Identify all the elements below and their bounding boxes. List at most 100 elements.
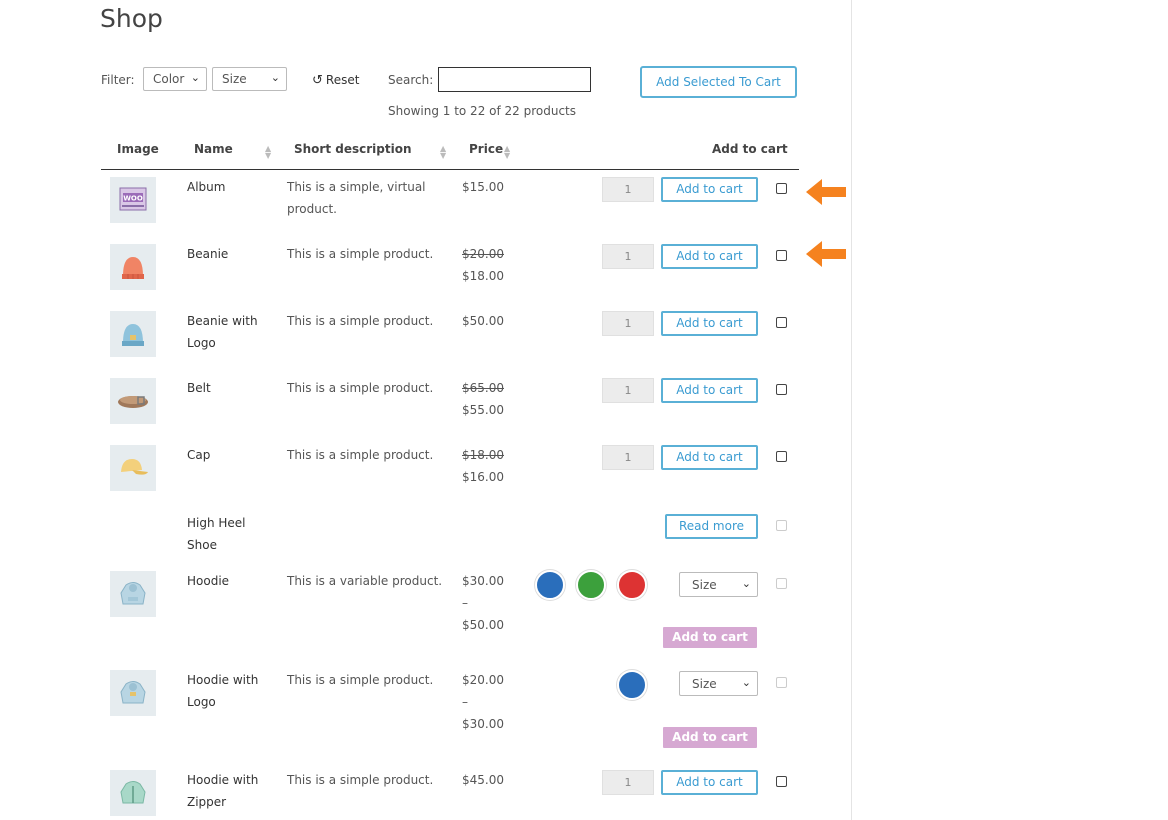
price-from: $30.00 xyxy=(462,574,504,588)
chevron-down-icon: ⌄ xyxy=(741,577,751,590)
select-checkbox xyxy=(776,677,787,688)
product-price: $65.00 $55.00 xyxy=(462,377,522,421)
color-filter-value: Color xyxy=(153,72,185,86)
sort-icon[interactable]: ▲ ▼ xyxy=(504,145,510,160)
product-name[interactable]: Album xyxy=(187,176,272,198)
product-price: $20.00 $18.00 xyxy=(462,243,522,287)
select-checkbox[interactable] xyxy=(776,776,787,787)
size-select[interactable]: Size ⌄ xyxy=(679,671,758,696)
product-price-range: $20.00 – $30.00 xyxy=(462,669,522,735)
cap-image xyxy=(110,445,156,491)
product-name[interactable]: Beanie xyxy=(187,243,272,265)
product-description: This is a simple, virtual product. xyxy=(287,180,426,216)
product-name[interactable]: Hoodie with Zipper xyxy=(187,769,272,813)
sort-icon[interactable]: ▲ ▼ xyxy=(265,145,271,160)
header-image: Image xyxy=(117,142,159,156)
select-checkbox[interactable] xyxy=(776,317,787,328)
table-row: Cap This is a simple product. $18.00 $16… xyxy=(101,445,799,505)
product-name[interactable]: Cap xyxy=(187,444,272,466)
product-price: $18.00 $16.00 xyxy=(462,444,522,488)
search-input[interactable] xyxy=(438,67,591,92)
reset-button[interactable]: ↺ Reset xyxy=(312,73,359,88)
belt-image xyxy=(110,378,156,424)
table-row: Beanie with Logo This is a simple produc… xyxy=(101,311,799,371)
table-row: High Heel Shoe Read more xyxy=(101,513,799,563)
table-row: Hoodie with Zipper This is a simple prod… xyxy=(101,769,799,819)
table-header: Image Name ▲ ▼ Short description ▲ ▼ Price… xyxy=(101,136,799,170)
sort-icon[interactable]: ▲ ▼ xyxy=(440,145,446,160)
sale-price: $55.00 xyxy=(462,403,504,417)
hoodie-logo-image xyxy=(110,670,156,716)
select-checkbox[interactable] xyxy=(776,183,787,194)
header-short-description[interactable]: Short description xyxy=(294,142,412,156)
product-price: $45.00 xyxy=(462,773,504,787)
product-price: $50.00 xyxy=(462,314,504,328)
quantity-input[interactable]: 1 xyxy=(602,770,654,795)
read-more-button[interactable]: Read more xyxy=(665,514,758,539)
sale-price: $16.00 xyxy=(462,470,504,484)
header-add-to-cart: Add to cart xyxy=(712,142,788,156)
product-name[interactable]: Belt xyxy=(187,377,272,399)
quantity-input[interactable]: 1 xyxy=(602,177,654,202)
price-separator: – xyxy=(462,596,468,610)
header-name[interactable]: Name xyxy=(194,142,233,156)
arrow-left-icon xyxy=(806,179,846,205)
add-to-cart-button[interactable]: Add to cart xyxy=(661,770,758,795)
beanie-logo-image xyxy=(110,311,156,357)
regular-price: $18.00 xyxy=(462,448,504,462)
size-filter-select[interactable]: Size ⌄ xyxy=(212,67,287,91)
color-filter-select[interactable]: Color ⌄ xyxy=(143,67,207,91)
product-name[interactable]: Hoodie xyxy=(187,570,272,592)
select-checkbox xyxy=(776,520,787,531)
results-count: Showing 1 to 22 of 22 products xyxy=(388,104,577,118)
size-select-value: Size xyxy=(692,578,717,592)
price-to: $50.00 xyxy=(462,618,504,632)
price-separator: – xyxy=(462,695,468,709)
beanie-image xyxy=(110,244,156,290)
regular-price: $65.00 xyxy=(462,381,504,395)
quantity-input[interactable]: 1 xyxy=(602,311,654,336)
add-to-cart-button[interactable]: Add to cart xyxy=(661,177,758,202)
size-select[interactable]: Size ⌄ xyxy=(679,572,758,597)
page-title: Shop xyxy=(100,4,163,33)
chevron-down-icon: ⌄ xyxy=(270,71,280,84)
select-checkbox[interactable] xyxy=(776,451,787,462)
product-description: This is a simple product. xyxy=(287,314,434,328)
quantity-input[interactable]: 1 xyxy=(602,244,654,269)
sale-price: $18.00 xyxy=(462,269,504,283)
chevron-down-icon: ⌄ xyxy=(190,71,200,84)
hoodie-zipper-image xyxy=(110,770,156,816)
table-row: Hoodie with Logo This is a simple produc… xyxy=(101,670,799,760)
chevron-down-icon: ⌄ xyxy=(741,676,751,689)
hoodie-image xyxy=(110,571,156,617)
product-description: This is a simple product. xyxy=(287,247,434,261)
reset-icon: ↺ xyxy=(312,73,323,88)
product-description: This is a simple product. xyxy=(287,773,434,787)
table-row: WOO Album This is a simple, virtual prod… xyxy=(101,177,799,237)
product-name[interactable]: Beanie with Logo xyxy=(187,310,272,354)
product-description: This is a simple product. xyxy=(287,673,434,687)
select-checkbox[interactable] xyxy=(776,384,787,395)
header-price[interactable]: Price xyxy=(469,142,503,156)
add-to-cart-button[interactable]: Add to cart xyxy=(661,378,758,403)
add-to-cart-button-disabled: Add to cart xyxy=(663,627,757,648)
table-row: Belt This is a simple product. $65.00 $5… xyxy=(101,378,799,438)
blue-color-swatch[interactable] xyxy=(617,670,647,700)
product-name[interactable]: High Heel Shoe xyxy=(187,512,272,556)
add-selected-to-cart-button[interactable]: Add Selected To Cart xyxy=(640,66,797,98)
product-description: This is a simple product. xyxy=(287,381,434,395)
search-label: Search: xyxy=(388,73,434,87)
blue-color-swatch[interactable] xyxy=(535,570,565,600)
red-color-swatch[interactable] xyxy=(617,570,647,600)
product-description: This is a simple product. xyxy=(287,448,434,462)
add-to-cart-button[interactable]: Add to cart xyxy=(661,445,758,470)
album-image: WOO xyxy=(110,177,156,223)
green-color-swatch[interactable] xyxy=(576,570,606,600)
add-to-cart-button[interactable]: Add to cart xyxy=(661,244,758,269)
quantity-input[interactable]: 1 xyxy=(602,378,654,403)
product-name[interactable]: Hoodie with Logo xyxy=(187,669,272,713)
add-to-cart-button[interactable]: Add to cart xyxy=(661,311,758,336)
quantity-input[interactable]: 1 xyxy=(602,445,654,470)
select-checkbox[interactable] xyxy=(776,250,787,261)
reset-label: Reset xyxy=(325,73,360,87)
